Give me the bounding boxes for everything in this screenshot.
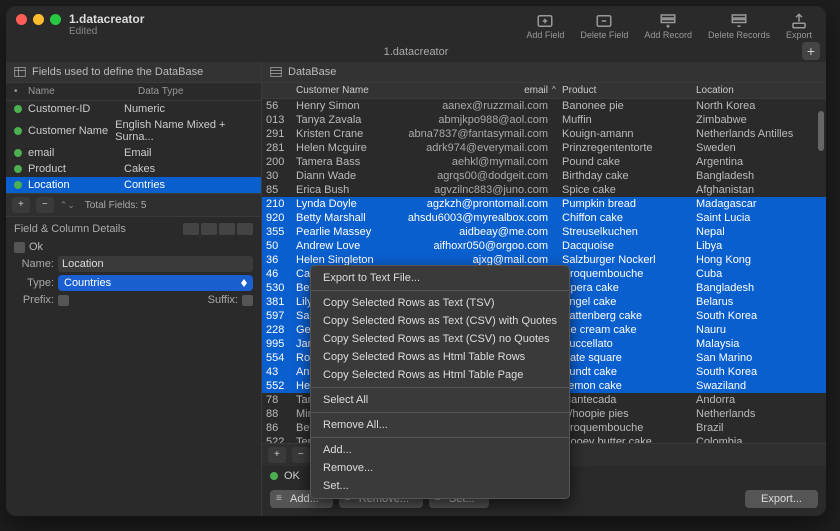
remove-record-mini[interactable]: − <box>292 447 310 463</box>
context-menu-item[interactable]: Add... <box>311 441 569 459</box>
table-row[interactable]: 281Helen Mcguireadrk974@everymail.comPri… <box>262 141 826 155</box>
export-icon <box>790 12 808 30</box>
fields-col-name[interactable]: Name <box>28 86 138 97</box>
align-buttons[interactable] <box>183 223 253 235</box>
prefix-checkbox[interactable] <box>58 295 69 306</box>
col-email[interactable]: email <box>402 85 552 96</box>
suffix-checkbox[interactable] <box>242 295 253 306</box>
add-record-icon <box>659 12 677 30</box>
table-row[interactable]: 56Henry Simonaanex@ruzzmail.comBanonee p… <box>262 99 826 113</box>
table-row[interactable]: 85Erica Bushagvzilnc883@juno.comSpice ca… <box>262 183 826 197</box>
table-row[interactable]: 355Pearlie Masseyaidbeay@me.comStreuselk… <box>262 225 826 239</box>
ok-status-label: OK <box>284 470 300 482</box>
col-location[interactable]: Location <box>692 85 822 96</box>
field-row[interactable]: LocationContries <box>6 177 261 193</box>
add-field-button[interactable]: Add Field <box>526 12 564 40</box>
name-label: Name: <box>14 258 54 270</box>
add-field-mini[interactable]: + <box>12 197 30 213</box>
ok-checkbox[interactable] <box>14 242 25 253</box>
table-row[interactable]: 291Kristen Craneabna7837@fantasymail.com… <box>262 127 826 141</box>
reorder-fields[interactable]: ⌃⌄ <box>60 200 75 211</box>
context-menu-item[interactable]: Copy Selected Rows as Html Table Rows <box>311 348 569 366</box>
field-status-dot <box>14 127 22 135</box>
table-row[interactable]: 200Tamera Bassaehkl@mymail.comPound cake… <box>262 155 826 169</box>
field-status-dot <box>14 105 22 113</box>
fields-panel: Fields used to define the DataBase • Nam… <box>6 62 262 516</box>
database-title: DataBase <box>288 66 336 78</box>
tab-title: 1.datacreator <box>384 46 449 58</box>
fields-panel-title: Fields used to define the DataBase <box>32 66 203 78</box>
export-bottom-button[interactable]: Export... <box>745 490 818 508</box>
context-menu-item[interactable]: Copy Selected Rows as Text (TSV) <box>311 294 569 312</box>
field-status-dot <box>14 181 22 189</box>
context-menu: Export to Text File... Copy Selected Rows… <box>310 265 570 499</box>
window-zoom-button[interactable] <box>50 14 61 25</box>
context-menu-item[interactable]: Copy Selected Rows as Html Table Page <box>311 366 569 384</box>
fields-col-type[interactable]: Data Type <box>138 86 253 97</box>
sort-indicator-icon[interactable]: ^ <box>552 85 562 96</box>
add-record-mini[interactable]: + <box>268 447 286 463</box>
type-select[interactable]: Countries <box>58 275 253 291</box>
table-row[interactable]: 920Betty Marshallahsdu6003@myrealbox.com… <box>262 211 826 225</box>
type-label: Type: <box>14 277 54 289</box>
field-row[interactable]: Customer-IDNumeric <box>6 101 261 117</box>
context-menu-item[interactable]: Export to Text File... <box>311 269 569 287</box>
context-menu-item[interactable]: Remove... <box>311 459 569 477</box>
new-tab-button[interactable]: + <box>802 42 820 60</box>
window-title: 1.datacreator <box>69 12 144 26</box>
context-menu-item[interactable]: Copy Selected Rows as Text (CSV) with Qu… <box>311 312 569 330</box>
field-name: email <box>28 147 124 159</box>
database-icon <box>270 66 282 78</box>
name-field[interactable] <box>58 256 253 272</box>
field-type: Email <box>124 147 152 159</box>
fields-panel-icon <box>14 66 26 78</box>
ok-label: Ok <box>29 241 43 253</box>
field-dot-col: • <box>14 86 28 97</box>
export-button[interactable]: Export <box>786 12 812 40</box>
context-menu-item[interactable]: Remove All... <box>311 416 569 434</box>
prefix-label: Prefix: <box>14 294 54 306</box>
delete-records-icon <box>730 12 748 30</box>
delete-records-button[interactable]: Delete Records <box>708 12 770 40</box>
field-type: Numeric <box>124 103 165 115</box>
field-status-dot <box>14 165 22 173</box>
window-subtitle: Edited <box>69 26 144 37</box>
field-name: Product <box>28 163 124 175</box>
field-type: Contries <box>124 179 165 191</box>
col-product[interactable]: Product <box>562 85 692 96</box>
ok-status-dot <box>270 472 278 480</box>
toolbar: Add Field Delete Field Add Record Delete… <box>526 12 816 40</box>
delete-field-icon <box>595 12 613 30</box>
col-customer-name[interactable]: Customer Name <box>296 85 402 96</box>
context-menu-item[interactable]: Select All <box>311 391 569 409</box>
window-minimize-button[interactable] <box>33 14 44 25</box>
field-type: English Name Mixed + Surna... <box>115 119 253 143</box>
field-type: Cakes <box>124 163 155 175</box>
delete-field-button[interactable]: Delete Field <box>580 12 628 40</box>
table-row[interactable]: 210Lynda Doyleagzkzh@prontomail.comPumpk… <box>262 197 826 211</box>
total-fields-label: Total Fields: 5 <box>85 200 147 211</box>
table-row[interactable]: 30Diann Wadeagrqs00@dodgeit.comBirthday … <box>262 169 826 183</box>
table-row[interactable]: 013Tanya Zavalaabmjkpo988@aol.comMuffinZ… <box>262 113 826 127</box>
field-name: Location <box>28 179 124 191</box>
field-row[interactable]: ProductCakes <box>6 161 261 177</box>
add-record-button[interactable]: Add Record <box>644 12 692 40</box>
context-menu-item[interactable]: Set... <box>311 477 569 495</box>
field-row[interactable]: emailEmail <box>6 145 261 161</box>
window-close-button[interactable] <box>16 14 27 25</box>
details-header: Field & Column Details <box>14 223 126 235</box>
table-row[interactable]: 50Andrew Loveaifhoxr050@orgoo.comDacquoi… <box>262 239 826 253</box>
context-menu-item[interactable]: Copy Selected Rows as Text (CSV) no Quot… <box>311 330 569 348</box>
add-field-icon <box>536 12 554 30</box>
suffix-label: Suffix: <box>208 294 238 306</box>
field-status-dot <box>14 149 22 157</box>
field-name: Customer-ID <box>28 103 124 115</box>
field-name: Customer Name <box>28 125 115 137</box>
remove-field-mini[interactable]: − <box>36 197 54 213</box>
grid-scrollbar[interactable] <box>818 101 824 441</box>
field-row[interactable]: Customer NameEnglish Name Mixed + Surna.… <box>6 117 261 145</box>
